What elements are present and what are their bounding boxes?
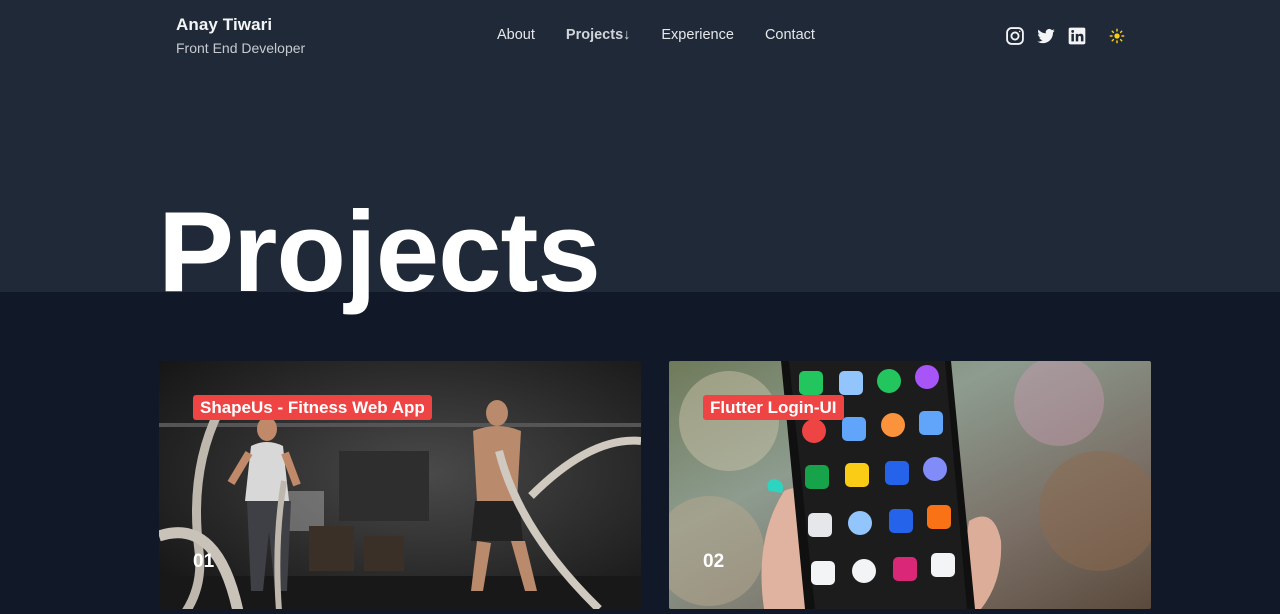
nav-about[interactable]: About (497, 27, 535, 43)
project-number: 02 (703, 551, 725, 572)
project-tag: Flutter Login-UI (703, 395, 844, 421)
linkedin-icon[interactable] (1067, 26, 1087, 46)
brand-name: Anay Tiwari (176, 15, 273, 34)
page-title: Projects (158, 189, 601, 316)
nav-contact[interactable]: Contact (765, 27, 815, 43)
social-links (1005, 26, 1087, 46)
brand[interactable]: Anay Tiwari Front End Developer (176, 15, 305, 56)
nav-experience[interactable]: Experience (661, 27, 734, 43)
project-card-flutter[interactable]: Flutter Login-UI 02 (669, 361, 1151, 609)
main-nav: About Projects↓ Experience Contact (497, 27, 815, 43)
twitter-icon[interactable] (1036, 26, 1056, 46)
sun-icon[interactable] (1109, 28, 1125, 44)
project-number: 01 (193, 551, 215, 572)
nav-projects[interactable]: Projects↓ (566, 27, 630, 43)
project-card-shapeus[interactable]: ShapeUs - Fitness Web App 01 (159, 361, 641, 609)
brand-role: Front End Developer (176, 40, 306, 56)
project-tag: ShapeUs - Fitness Web App (193, 395, 432, 421)
instagram-icon[interactable] (1005, 26, 1025, 46)
